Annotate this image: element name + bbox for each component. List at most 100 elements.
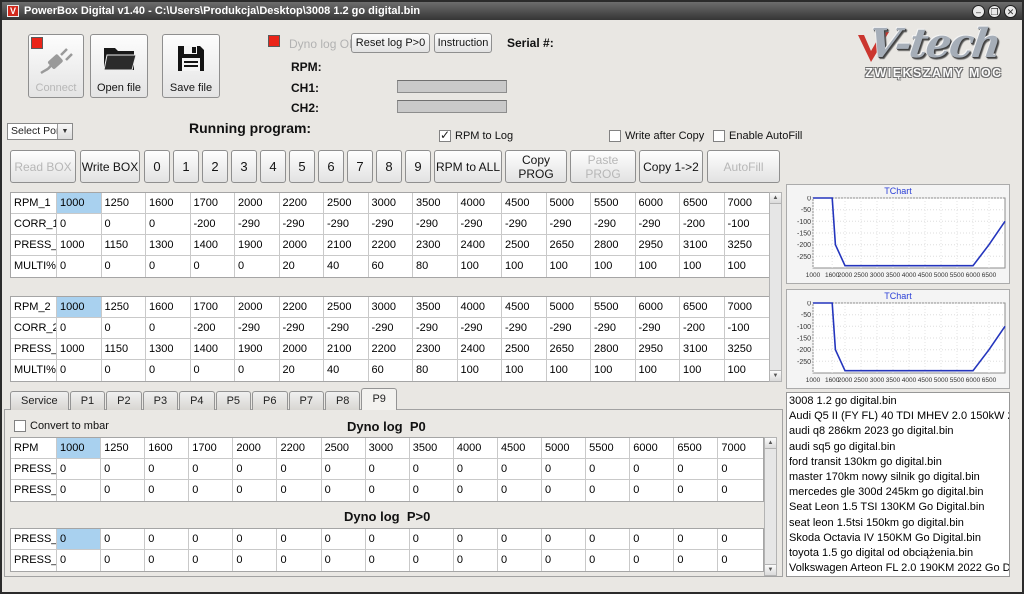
table-cell[interactable]: 2500 [324,297,369,318]
table-cell[interactable]: 40 [324,256,369,277]
table-cell[interactable]: 0 [57,318,102,339]
table-cell[interactable]: -200 [680,318,725,339]
table-cell[interactable]: 7000 [725,193,770,214]
table-cell[interactable]: 1150 [102,339,147,360]
table-cell[interactable]: 2400 [458,339,503,360]
table-cell[interactable]: 0 [189,550,233,571]
table-cell[interactable]: 0 [277,480,321,501]
table-cell[interactable]: 1700 [191,193,236,214]
digit-button-5[interactable]: 5 [289,150,315,183]
file-item[interactable]: Volkswagen Arteon FL 2.0 190KM 2022 Go D… [789,561,1009,576]
table-cell[interactable]: 0 [102,256,147,277]
table-cell[interactable]: 0 [102,214,147,235]
table-cell[interactable]: 0 [454,459,498,480]
table-cell[interactable]: 2650 [547,339,592,360]
table-cell[interactable]: 2300 [413,235,458,256]
file-item[interactable]: audi sq5 go digital.bin [789,440,1009,455]
table-cell[interactable]: 100 [458,256,503,277]
table-cell[interactable]: -290 [235,214,280,235]
scroll-down-icon[interactable]: ▼ [770,370,781,381]
table-cell[interactable]: -290 [324,214,369,235]
table-cell[interactable]: 1250 [102,193,147,214]
scrollbar-track[interactable] [765,449,776,564]
table-cell[interactable]: -290 [280,214,325,235]
table-cell[interactable]: 1900 [235,235,280,256]
table-cell[interactable]: 60 [369,360,414,381]
table-cell[interactable]: 0 [410,480,454,501]
table-cell[interactable]: 0 [630,459,674,480]
table-cell[interactable]: 0 [57,529,101,550]
table-cell[interactable]: 0 [57,550,101,571]
table-cell[interactable]: 0 [145,529,189,550]
table-cell[interactable]: 40 [324,360,369,381]
table-cell[interactable]: 3000 [369,193,414,214]
table-cell[interactable]: 0 [57,480,101,501]
table-cell[interactable]: 0 [189,529,233,550]
table-cell[interactable]: 0 [322,480,366,501]
table-cell[interactable]: 0 [146,318,191,339]
table-cell[interactable]: 1400 [191,235,236,256]
digit-button-2[interactable]: 2 [202,150,228,183]
table-cell[interactable]: 1000 [57,339,102,360]
table-cell[interactable]: 4500 [502,297,547,318]
table-cell[interactable]: 1900 [235,339,280,360]
table-cell[interactable]: 20 [280,256,325,277]
paste-prog-button[interactable]: Paste PROG [570,150,636,183]
table-cell[interactable]: 0 [674,550,718,571]
table-cell[interactable]: 0 [191,256,236,277]
table-cell[interactable]: 1400 [191,339,236,360]
table-cell[interactable]: 0 [630,480,674,501]
port-select[interactable]: Select Port ▼ [7,123,73,140]
tables-scrollbar[interactable]: ▲ ▼ [769,192,782,382]
rpm-to-log-option[interactable]: RPM to Log [439,130,513,142]
file-item[interactable]: audi q8 286km 2023 go digital.bin [789,424,1009,439]
table-cell[interactable]: -200 [191,214,236,235]
table-cell[interactable]: 2500 [322,438,366,459]
table-cell[interactable]: 100 [547,360,592,381]
table-cell[interactable]: 0 [233,529,277,550]
tab-p9[interactable]: P9 [361,388,396,410]
enable-autofill-option[interactable]: Enable AutoFill [713,130,802,142]
table-cell[interactable]: 1600 [146,297,191,318]
table-cell[interactable]: -100 [725,318,770,339]
digit-button-3[interactable]: 3 [231,150,257,183]
file-item[interactable]: master 170km nowy silnik go digital.bin [789,470,1009,485]
file-item[interactable]: Audi Q5 II (FY FL) 40 TDI MHEV 2.0 150kW… [789,409,1009,424]
table-cell[interactable]: 5500 [586,438,630,459]
table-cell[interactable]: 2000 [235,297,280,318]
table-cell[interactable]: 1600 [145,438,189,459]
table-cell[interactable]: 100 [680,360,725,381]
table-cell[interactable]: 0 [57,256,102,277]
table-cell[interactable]: 100 [725,256,770,277]
table-cell[interactable]: -290 [413,318,458,339]
table-cell[interactable]: 7000 [718,438,762,459]
table-cell[interactable]: -290 [458,318,503,339]
tab-p7[interactable]: P7 [289,391,324,410]
table-cell[interactable]: 0 [718,459,762,480]
table-cell[interactable]: -290 [280,318,325,339]
table-cell[interactable]: 0 [189,480,233,501]
table-cell[interactable]: 1300 [146,235,191,256]
table-cell[interactable]: 1250 [101,438,145,459]
table-cell[interactable]: 0 [322,459,366,480]
table-cell[interactable]: 4500 [502,193,547,214]
file-item[interactable]: seat leon 1.5tsi 150km go digital.bin [789,516,1009,531]
table-cell[interactable]: 60 [369,256,414,277]
table-cell[interactable]: 0 [145,550,189,571]
table-cell[interactable]: 80 [413,360,458,381]
table-cell[interactable]: -290 [235,318,280,339]
rpm-to-all-button[interactable]: RPM to ALL [434,150,502,183]
table-cell[interactable]: 0 [586,459,630,480]
table-cell[interactable]: 0 [454,529,498,550]
tab-p2[interactable]: P2 [106,391,141,410]
table-cell[interactable]: -290 [591,318,636,339]
table-cell[interactable]: 5000 [547,193,592,214]
table-cell[interactable]: 0 [498,459,542,480]
rpm-to-log-checkbox[interactable] [439,130,451,142]
table-cell[interactable]: 1300 [146,339,191,360]
table-cell[interactable]: 0 [454,480,498,501]
table-cell[interactable]: 0 [718,550,762,571]
table-cell[interactable]: 3250 [725,339,770,360]
table-cell[interactable]: 0 [57,360,102,381]
table-cell[interactable]: -290 [636,214,681,235]
